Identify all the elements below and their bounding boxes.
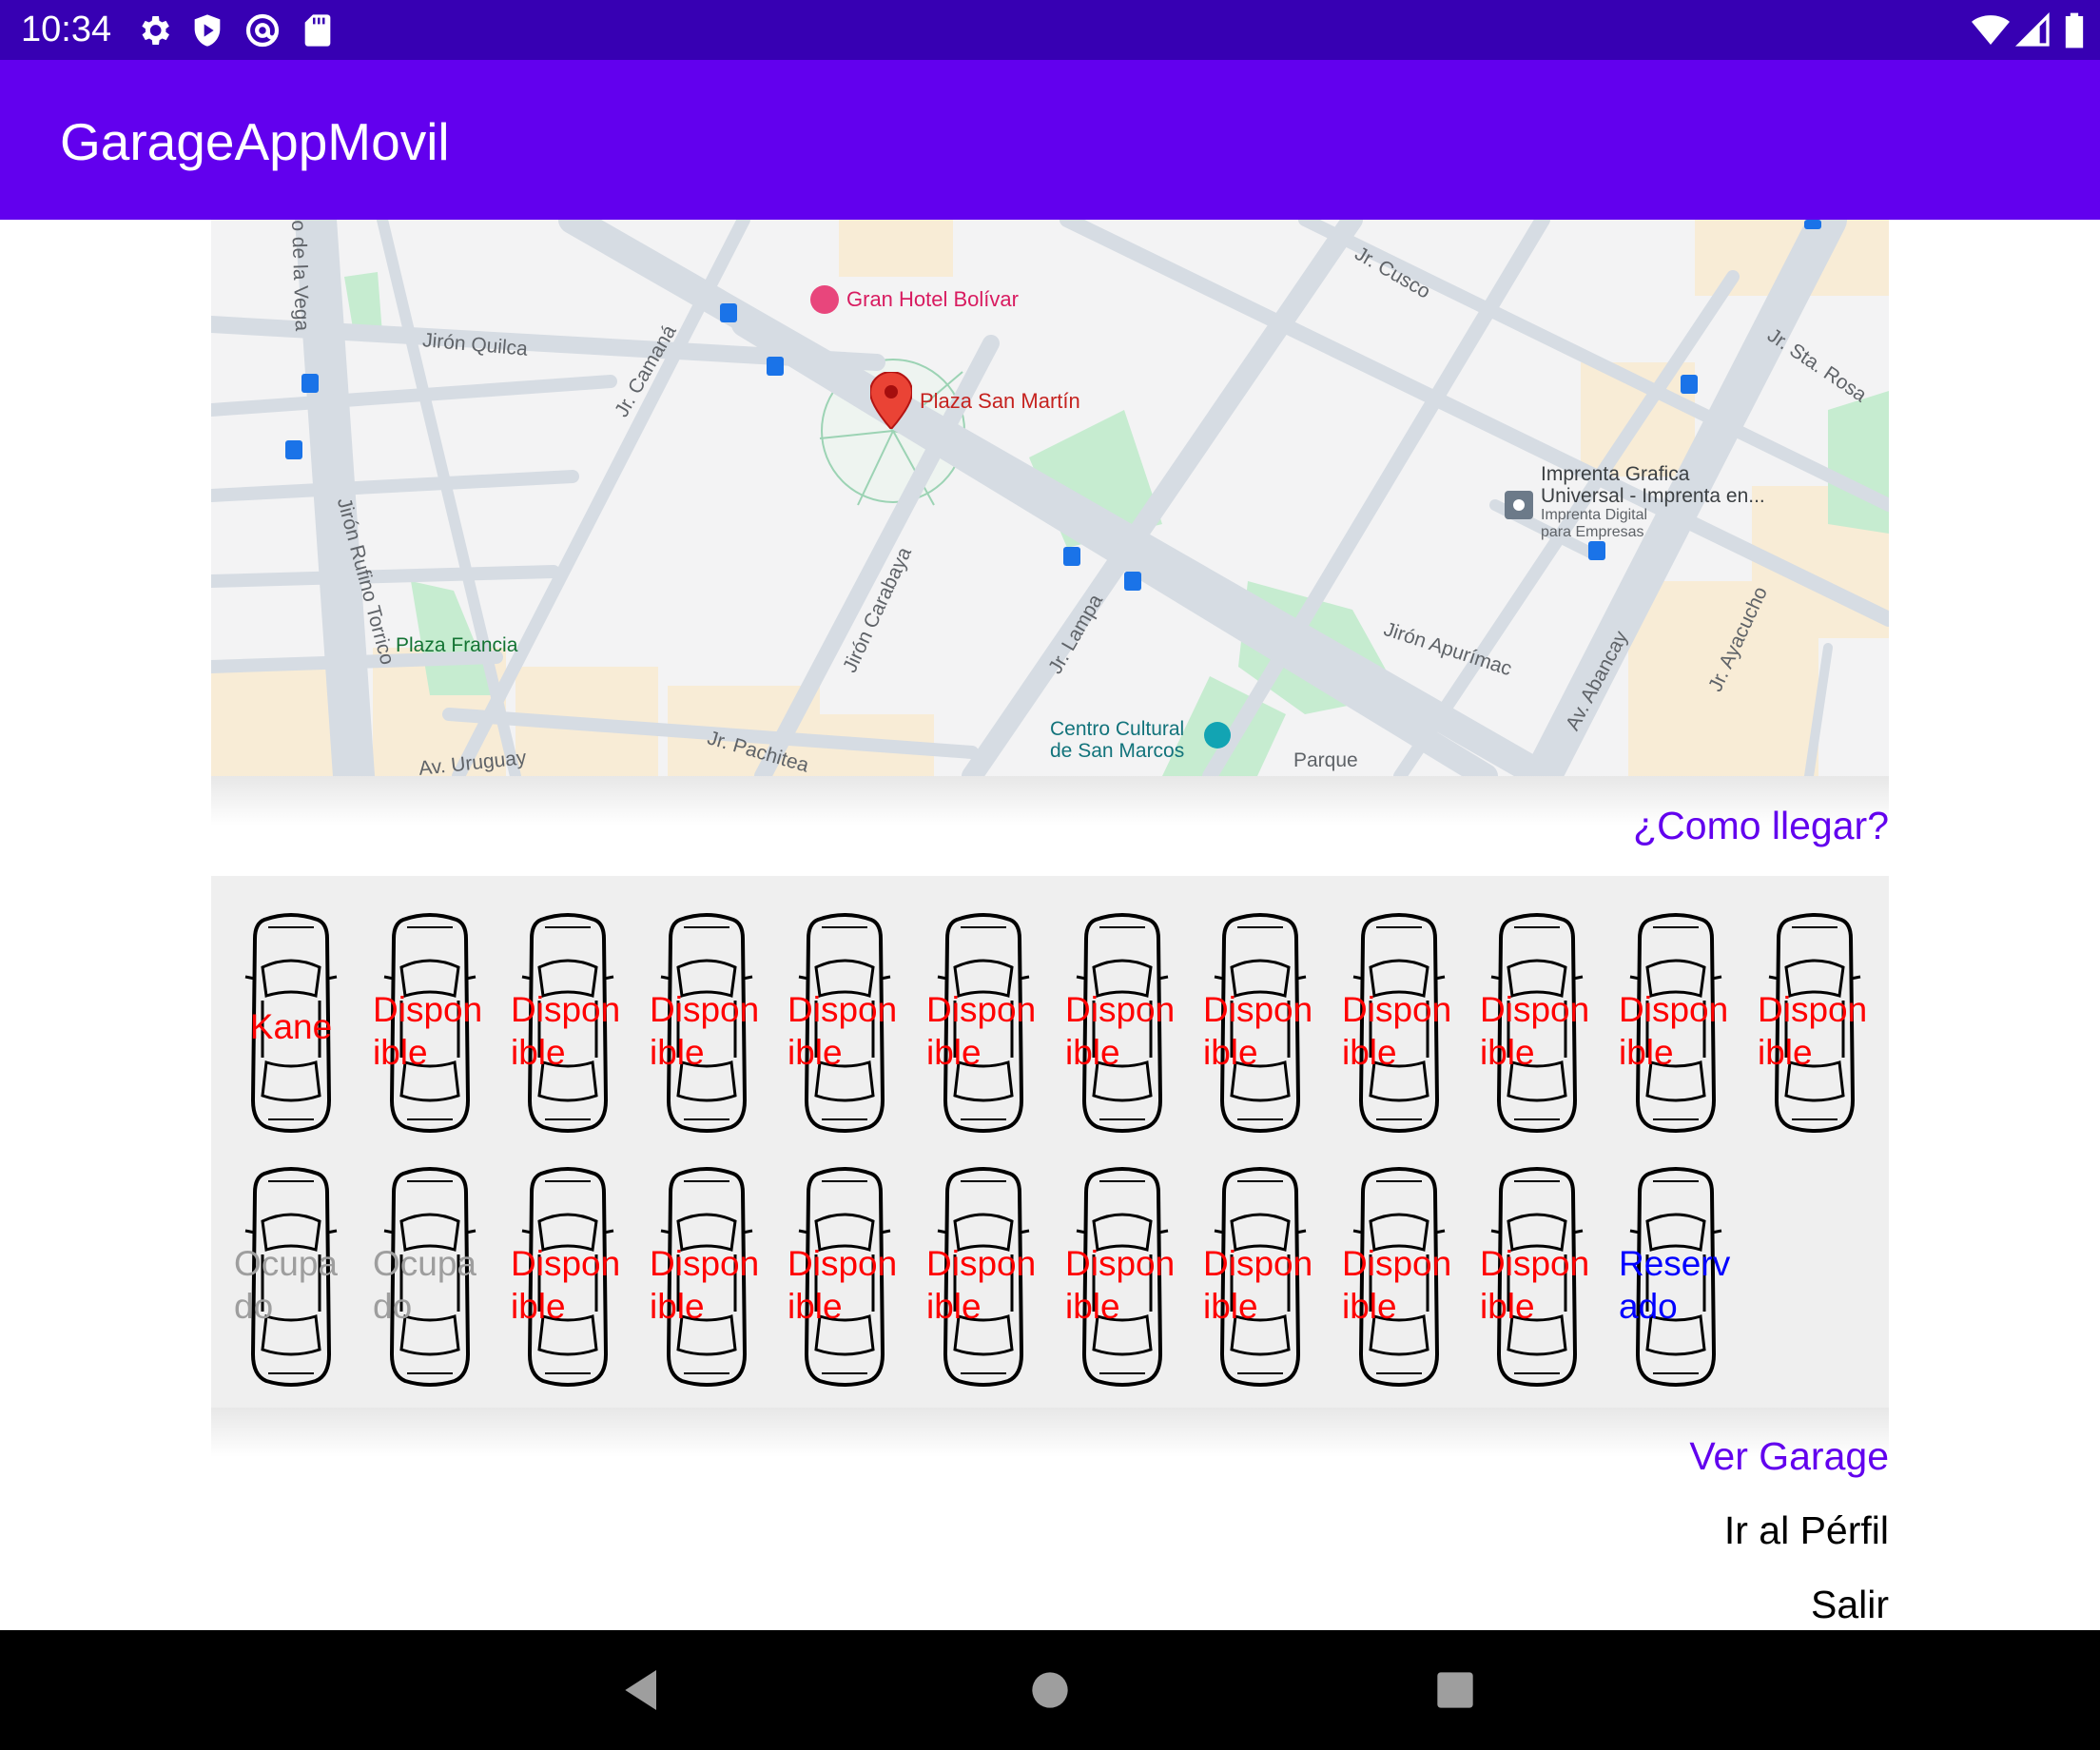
recents-icon[interactable]: [1429, 1663, 1482, 1717]
map-label-plaza-san-martin: Plaza San Martín: [920, 389, 1080, 413]
map-poi-imprenta-line1: Imprenta Grafica: [1541, 463, 1690, 485]
shield-play-icon: [188, 11, 226, 49]
parking-slot-status: Disponible: [788, 990, 898, 1072]
parking-slot[interactable]: Disponible: [788, 1164, 902, 1389]
parking-slot-status: Reservado: [1619, 1244, 1731, 1326]
map-poi-centro-line1: Centro Cultural: [1050, 718, 1185, 740]
status-bar: 10:34: [0, 0, 2100, 60]
screen: 10:34 GarageAppMovil Gran Hotel Bolívar …: [0, 0, 2100, 1750]
parking-slot[interactable]: Disponible: [1065, 1164, 1179, 1389]
parking-slot[interactable]: Disponible: [926, 1164, 1040, 1389]
map-label-parque: Parque: [1293, 749, 1358, 771]
parking-slot-status: Disponible: [511, 1244, 621, 1326]
parking-slot[interactable]: Disponible: [511, 1164, 625, 1389]
cell-signal-icon: [2014, 11, 2052, 49]
parking-slot-status: Disponible: [1203, 990, 1313, 1072]
ir-perfil-link[interactable]: Ir al Pérfil: [1724, 1507, 1889, 1554]
parking-slot-status: Disponible: [1619, 990, 1729, 1072]
map-poi-imprenta: Imprenta Grafica Universal - Imprenta en…: [1541, 463, 1765, 541]
map-poi-imprenta-sub1: Imprenta Digital: [1541, 507, 1648, 523]
parking-slot[interactable]: Disponible: [1758, 910, 1872, 1135]
map-label-plaza-francia: Plaza Francia: [396, 634, 518, 656]
parking-slot[interactable]: Disponible: [788, 910, 902, 1135]
map-label-hotel: Gran Hotel Bolívar: [846, 287, 1019, 311]
map-poi-imprenta-line2: Universal - Imprenta en...: [1541, 485, 1765, 507]
parking-slot-status: Disponible: [788, 1244, 898, 1326]
parking-slot[interactable]: Disponible: [1480, 1164, 1594, 1389]
map-poi-centro-cultural: Centro Cultural de San Marcos: [1050, 718, 1184, 762]
parking-slot-status: Disponible: [1480, 1244, 1590, 1326]
parking-slot-status: Ocupado: [373, 1244, 477, 1326]
parking-slot-status: Disponible: [1480, 990, 1590, 1072]
parking-slot-status: Disponible: [1758, 990, 1868, 1072]
home-icon[interactable]: [1023, 1663, 1077, 1717]
map-pin-icon[interactable]: [870, 372, 912, 429]
parking-slot-status: Kane: [249, 1007, 333, 1046]
map-label-de-la-vega: o de la Vega: [287, 220, 314, 332]
app-bar: GarageAppMovil: [0, 60, 2100, 220]
parking-slot[interactable]: Disponible: [926, 910, 1040, 1135]
parking-slot-status: Disponible: [650, 1244, 760, 1326]
parking-slot-status: Disponible: [1203, 1244, 1313, 1326]
parking-slot-status: Disponible: [650, 990, 760, 1072]
como-llegar-link[interactable]: ¿Como llegar?: [1633, 802, 1889, 849]
parking-slot-status: Ocupado: [234, 1244, 339, 1326]
parking-slot[interactable]: Ocupado: [373, 1164, 487, 1389]
parking-slot-status: Disponible: [926, 990, 1037, 1072]
garage-shadow: [211, 1408, 1889, 1457]
parking-slot[interactable]: Disponible: [1203, 910, 1317, 1135]
gear-icon: [135, 11, 173, 49]
parking-slot[interactable]: Disponible: [1619, 910, 1733, 1135]
parking-slot[interactable]: Disponible: [373, 910, 487, 1135]
parking-slot-status: Disponible: [1065, 1244, 1176, 1326]
salir-link[interactable]: Salir: [1811, 1581, 1889, 1628]
status-time: 10:34: [21, 10, 112, 49]
parking-slot[interactable]: Disponible: [650, 1164, 764, 1389]
parking-slot-status: Disponible: [1342, 990, 1452, 1072]
parking-slot-status: Disponible: [373, 990, 483, 1072]
parking-slot-status: Disponible: [1342, 1244, 1452, 1326]
battery-icon: [2062, 11, 2087, 49]
parking-slot[interactable]: Disponible: [1342, 1164, 1456, 1389]
parking-slot-status: Disponible: [511, 990, 621, 1072]
parking-slot[interactable]: Ocupado: [234, 1164, 348, 1389]
ver-garage-link[interactable]: Ver Garage: [1689, 1432, 1889, 1480]
at-sign-icon: [243, 11, 282, 49]
parking-slot[interactable]: Disponible: [1480, 910, 1594, 1135]
map-poi-imprenta-sub2: para Empresas: [1541, 524, 1644, 540]
nav-bar: [0, 1630, 2100, 1750]
map-poi-centro-line2: de San Marcos: [1050, 740, 1185, 762]
parking-slot[interactable]: Disponible: [650, 910, 764, 1135]
parking-slot-status: Disponible: [1065, 990, 1176, 1072]
wifi-icon: [1969, 11, 2012, 49]
parking-slot[interactable]: Kane: [234, 910, 348, 1135]
back-icon[interactable]: [616, 1663, 670, 1717]
parking-slot[interactable]: Disponible: [511, 910, 625, 1135]
parking-slot[interactable]: Disponible: [1065, 910, 1179, 1135]
app-title: GarageAppMovil: [60, 112, 450, 171]
parking-slot[interactable]: Disponible: [1342, 910, 1456, 1135]
parking-slot[interactable]: Disponible: [1203, 1164, 1317, 1389]
parking-slot-status: Disponible: [926, 1244, 1037, 1326]
sd-card-icon: [299, 11, 337, 49]
parking-slot[interactable]: Reservado: [1619, 1164, 1733, 1389]
garage-grid: Kane Disponible Disponible Disponible Dispon…: [211, 876, 1889, 1408]
map-view[interactable]: Gran Hotel Bolívar Plaza San Martín Impr…: [211, 220, 1889, 776]
